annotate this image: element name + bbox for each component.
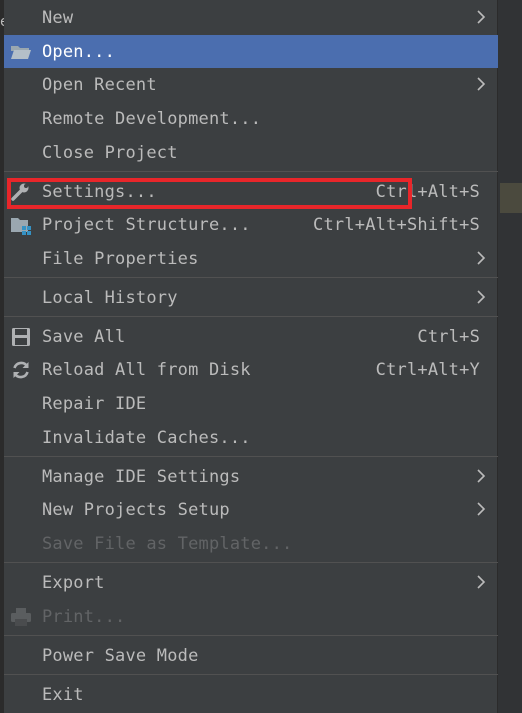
menu-item-shortcut: Ctrl+Alt+S (375, 181, 480, 202)
menu-item-shortcut: Ctrl+S (417, 326, 480, 347)
menu-item-label: Remote Development... (42, 108, 262, 129)
menu-item-power-save-mode[interactable]: Power Save Mode (4, 639, 498, 672)
menu-item-label: File Properties (42, 248, 199, 269)
file-menu: New Open... Open Recent Remote Developme… (4, 0, 498, 713)
chevron-right-icon (477, 502, 486, 516)
menu-item-label: Invalidate Caches... (42, 427, 251, 448)
menu-item-label: Open Recent (42, 74, 157, 95)
menu-item-close-project[interactable]: Close Project (4, 136, 498, 169)
menu-item-label: Open... (42, 41, 116, 62)
menu-item-repair-ide[interactable]: Repair IDE (4, 387, 498, 420)
menu-item-exit[interactable]: Exit (4, 678, 498, 711)
menu-item-label: Reload All from Disk (42, 359, 251, 380)
menu-item-shortcut: Ctrl+Alt+Y (375, 359, 480, 380)
menu-separator (4, 171, 498, 172)
menu-item-label: Export (42, 572, 105, 593)
project-structure-icon (9, 215, 33, 235)
editor-highlight-strip (500, 183, 522, 213)
menu-item-save-file-as-template: Save File as Template... (4, 527, 498, 560)
menu-separator (4, 562, 498, 563)
menu-item-shortcut: Ctrl+Alt+Shift+S (313, 214, 480, 235)
menu-item-open[interactable]: Open... (4, 35, 498, 68)
menu-separator (4, 674, 498, 675)
menu-item-invalidate-caches[interactable]: Invalidate Caches... (4, 421, 498, 454)
menu-item-print: Print... (4, 600, 498, 633)
chevron-right-icon (477, 77, 486, 91)
chevron-right-icon (477, 10, 486, 24)
menu-separator (4, 277, 498, 278)
menu-item-label: Print... (42, 606, 126, 627)
menu-item-label: Power Save Mode (42, 645, 199, 666)
chevron-right-icon (477, 251, 486, 265)
menu-item-save-all[interactable]: Save All Ctrl+S (4, 320, 498, 353)
print-icon (9, 607, 33, 627)
chevron-right-icon (477, 290, 486, 304)
menu-item-label: Save All (42, 326, 126, 347)
menu-item-settings[interactable]: Settings... Ctrl+Alt+S (4, 175, 498, 208)
chevron-right-icon (477, 469, 486, 483)
menu-item-label: New (42, 7, 74, 28)
wrench-icon (9, 182, 33, 202)
menu-item-project-structure[interactable]: Project Structure... Ctrl+Alt+Shift+S (4, 208, 498, 241)
menu-separator (4, 635, 498, 636)
menu-item-label: Project Structure... (42, 214, 251, 235)
save-icon (9, 327, 33, 347)
menu-item-label: Close Project (42, 142, 178, 163)
menu-item-manage-ide-settings[interactable]: Manage IDE Settings (4, 460, 498, 493)
menu-item-local-history[interactable]: Local History (4, 281, 498, 314)
editor-background-right (498, 0, 522, 713)
menu-item-label: Settings... (42, 181, 157, 202)
menu-item-reload-all[interactable]: Reload All from Disk Ctrl+Alt+Y (4, 353, 498, 386)
menu-item-file-properties[interactable]: File Properties (4, 242, 498, 275)
menu-separator (4, 456, 498, 457)
menu-item-export[interactable]: Export (4, 566, 498, 599)
chevron-right-icon (477, 575, 486, 589)
reload-icon (9, 360, 33, 380)
menu-item-new-projects-setup[interactable]: New Projects Setup (4, 493, 498, 526)
menu-item-label: Repair IDE (42, 393, 147, 414)
menu-item-label: Save File as Template... (42, 533, 293, 554)
menu-item-label: New Projects Setup (42, 499, 230, 520)
menu-item-open-recent[interactable]: Open Recent (4, 68, 498, 101)
menu-item-label: Local History (42, 287, 178, 308)
menu-item-label: Manage IDE Settings (42, 466, 241, 487)
menu-item-remote-development[interactable]: Remote Development... (4, 102, 498, 135)
menu-item-label: Exit (42, 684, 84, 705)
folder-open-icon (9, 42, 33, 62)
menu-item-new[interactable]: New (4, 1, 498, 34)
menu-separator (4, 316, 498, 317)
